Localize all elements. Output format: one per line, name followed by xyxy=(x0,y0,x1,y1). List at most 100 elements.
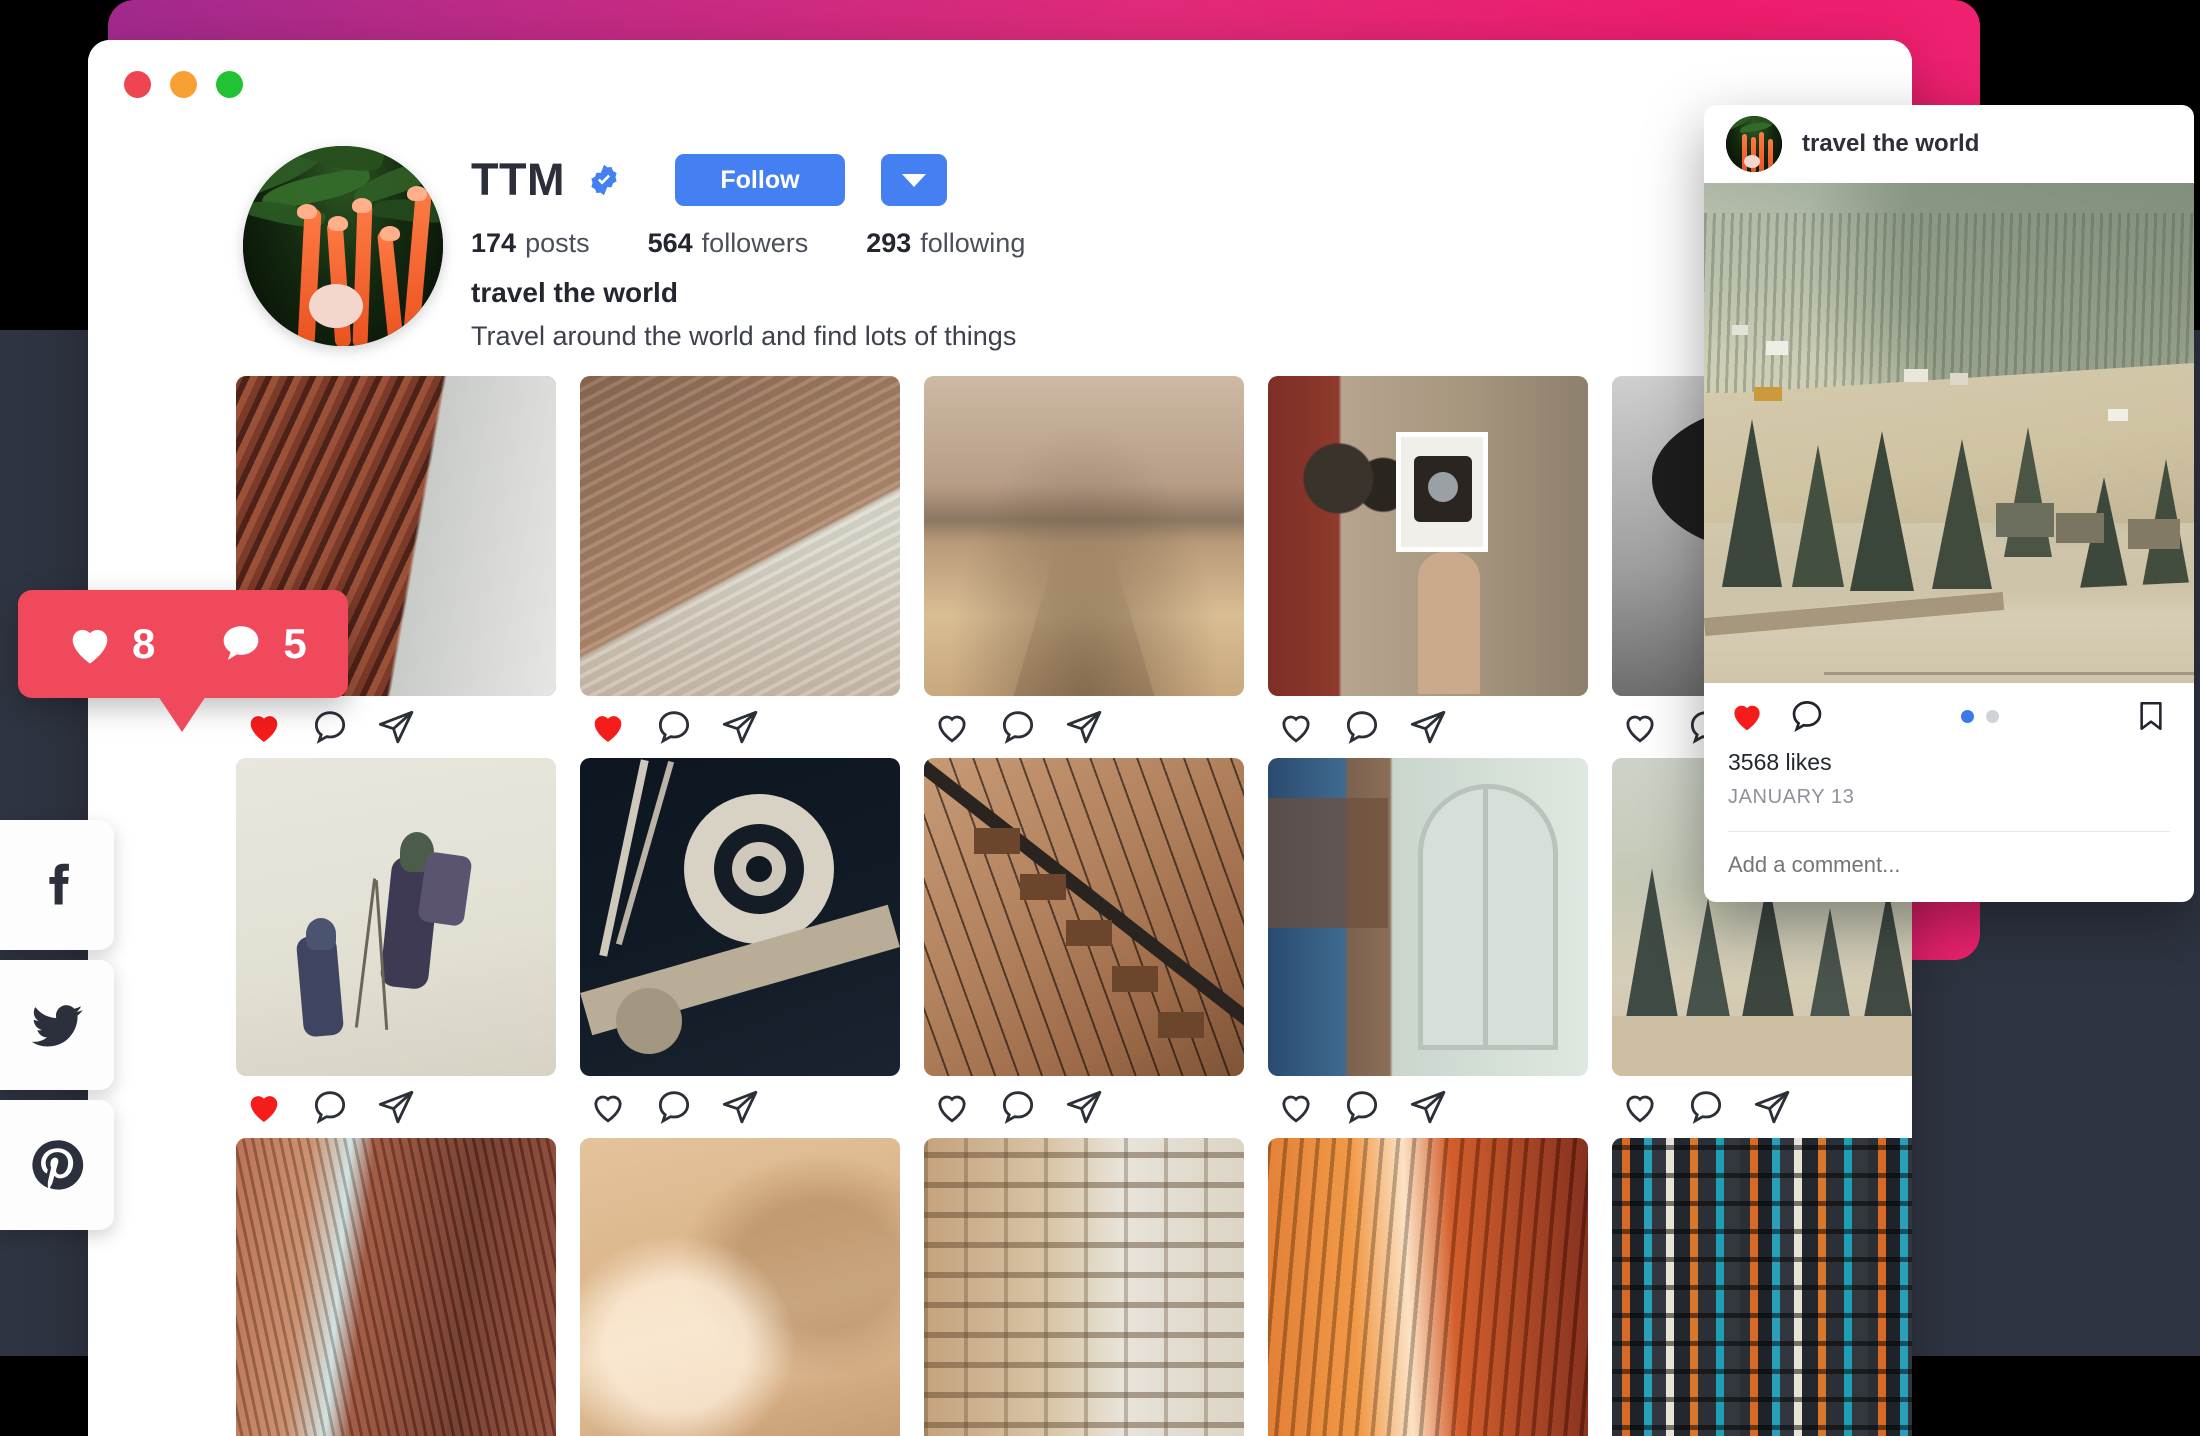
comment-icon[interactable] xyxy=(998,1087,1038,1127)
post-thumbnail[interactable] xyxy=(580,758,900,1076)
screenshot-stage: TTM Follow 174 posts 564 followers 293 f… xyxy=(0,0,2200,1436)
share-icon[interactable] xyxy=(720,1087,760,1127)
profile-stats: 174 posts 564 followers 293 following xyxy=(471,228,1083,259)
comment-icon[interactable] xyxy=(310,707,350,747)
grid-cell xyxy=(924,1138,1244,1436)
callout-comments-count: 5 xyxy=(283,620,307,667)
popup-photo[interactable] xyxy=(1704,183,2194,683)
stat-following[interactable]: 293 following xyxy=(866,228,1025,259)
facebook-icon xyxy=(49,863,69,905)
comment-icon[interactable] xyxy=(1342,707,1382,747)
comment-icon[interactable] xyxy=(998,707,1038,747)
comment-icon[interactable] xyxy=(1686,1087,1726,1127)
engagement-callout: 8 5 xyxy=(18,590,348,732)
comment-icon[interactable] xyxy=(654,1087,694,1127)
popup-date: JANUARY 13 xyxy=(1728,786,1855,808)
followers-label: followers xyxy=(701,228,809,258)
bookmark-icon[interactable] xyxy=(2134,697,2168,735)
heart-icon[interactable] xyxy=(1620,1087,1660,1127)
following-label: following xyxy=(920,228,1026,258)
comment-icon[interactable] xyxy=(310,1087,350,1127)
post-thumbnail[interactable] xyxy=(1612,1138,1912,1436)
grid-cell xyxy=(1268,758,1588,1138)
post-thumbnail[interactable] xyxy=(236,1138,556,1436)
heart-icon[interactable] xyxy=(588,1087,628,1127)
post-thumbnail[interactable] xyxy=(924,376,1244,696)
maximize-window-button[interactable] xyxy=(216,70,243,98)
heart-icon[interactable] xyxy=(932,707,972,747)
photo-grid xyxy=(88,376,1912,1436)
heart-icon[interactable] xyxy=(244,1087,284,1127)
post-thumbnail[interactable] xyxy=(1268,376,1588,696)
posts-label: posts xyxy=(525,228,590,258)
heart-icon[interactable] xyxy=(932,1087,972,1127)
following-count: 293 xyxy=(866,228,912,258)
heart-icon[interactable] xyxy=(244,707,284,747)
profile-more-button[interactable] xyxy=(880,154,947,206)
share-icon[interactable] xyxy=(1064,707,1104,747)
post-thumbnail[interactable] xyxy=(580,1138,900,1436)
share-icon[interactable] xyxy=(1752,1087,1792,1127)
callout-likes-count: 8 xyxy=(132,620,156,667)
twitter-icon xyxy=(31,1005,83,1047)
heart-icon[interactable] xyxy=(1276,1087,1316,1127)
comment-icon[interactable] xyxy=(1788,697,1826,735)
close-window-button[interactable] xyxy=(124,70,151,98)
share-twitter-button[interactable] xyxy=(0,960,114,1090)
share-icon[interactable] xyxy=(720,707,760,747)
browser-window: TTM Follow 174 posts 564 followers 293 f… xyxy=(88,40,1912,1436)
chevron-down-icon xyxy=(901,173,926,187)
page-title: TTM xyxy=(471,154,565,205)
comment-icon[interactable] xyxy=(654,707,694,747)
follow-button[interactable]: Follow xyxy=(674,154,845,206)
profile-display-name: travel the world xyxy=(471,277,678,308)
profile-header: TTM Follow 174 posts 564 followers 293 f… xyxy=(88,128,1912,352)
avatar[interactable] xyxy=(243,146,443,346)
profile-bio: Travel around the world and find lots of… xyxy=(471,321,1017,351)
grid-cell xyxy=(580,376,900,758)
post-actions xyxy=(924,696,1244,758)
stat-followers[interactable]: 564 followers xyxy=(648,228,809,259)
share-icon[interactable] xyxy=(376,1087,416,1127)
pinterest-icon xyxy=(32,1140,84,1190)
post-actions xyxy=(1268,1076,1588,1138)
share-icon[interactable] xyxy=(1408,707,1448,747)
carousel-dot-1[interactable] xyxy=(1961,709,1974,723)
popup-action-bar xyxy=(1704,683,2194,749)
post-thumbnail[interactable] xyxy=(580,376,900,696)
grid-cell xyxy=(580,758,900,1138)
heart-icon[interactable] xyxy=(1620,707,1660,747)
grid-cell xyxy=(236,376,556,758)
popup-likes-count: 3568 likes xyxy=(1728,749,1832,775)
heart-icon[interactable] xyxy=(588,707,628,747)
share-icon[interactable] xyxy=(1408,1087,1448,1127)
grid-cell xyxy=(924,376,1244,758)
share-icon[interactable] xyxy=(1064,1087,1104,1127)
add-comment-input[interactable] xyxy=(1704,832,2194,902)
comment-icon[interactable] xyxy=(1342,1087,1382,1127)
share-pinterest-button[interactable] xyxy=(0,1100,114,1230)
post-thumbnail[interactable] xyxy=(924,758,1244,1076)
post-thumbnail[interactable] xyxy=(924,1138,1244,1436)
popup-avatar[interactable] xyxy=(1726,116,1782,172)
verified-badge-icon xyxy=(587,163,621,197)
share-icon[interactable] xyxy=(376,707,416,747)
post-actions xyxy=(1612,1076,1912,1138)
post-actions xyxy=(1268,696,1588,758)
stat-posts[interactable]: 174 posts xyxy=(471,228,590,259)
popup-header: travel the world xyxy=(1704,105,2194,183)
post-thumbnail[interactable] xyxy=(1268,758,1588,1076)
carousel-dot-2[interactable] xyxy=(1986,709,1999,723)
minimize-window-button[interactable] xyxy=(170,70,197,98)
share-facebook-button[interactable] xyxy=(0,820,114,950)
grid-cell xyxy=(1612,1138,1912,1436)
comment-bubble-icon xyxy=(224,626,259,661)
post-actions xyxy=(580,1076,900,1138)
heart-icon[interactable] xyxy=(1728,697,1766,735)
post-actions xyxy=(924,1076,1244,1138)
popup-username[interactable]: travel the world xyxy=(1802,130,1979,158)
post-thumbnail[interactable] xyxy=(236,758,556,1076)
heart-icon[interactable] xyxy=(1276,707,1316,747)
posts-count: 174 xyxy=(471,228,517,258)
post-thumbnail[interactable] xyxy=(1268,1138,1588,1436)
